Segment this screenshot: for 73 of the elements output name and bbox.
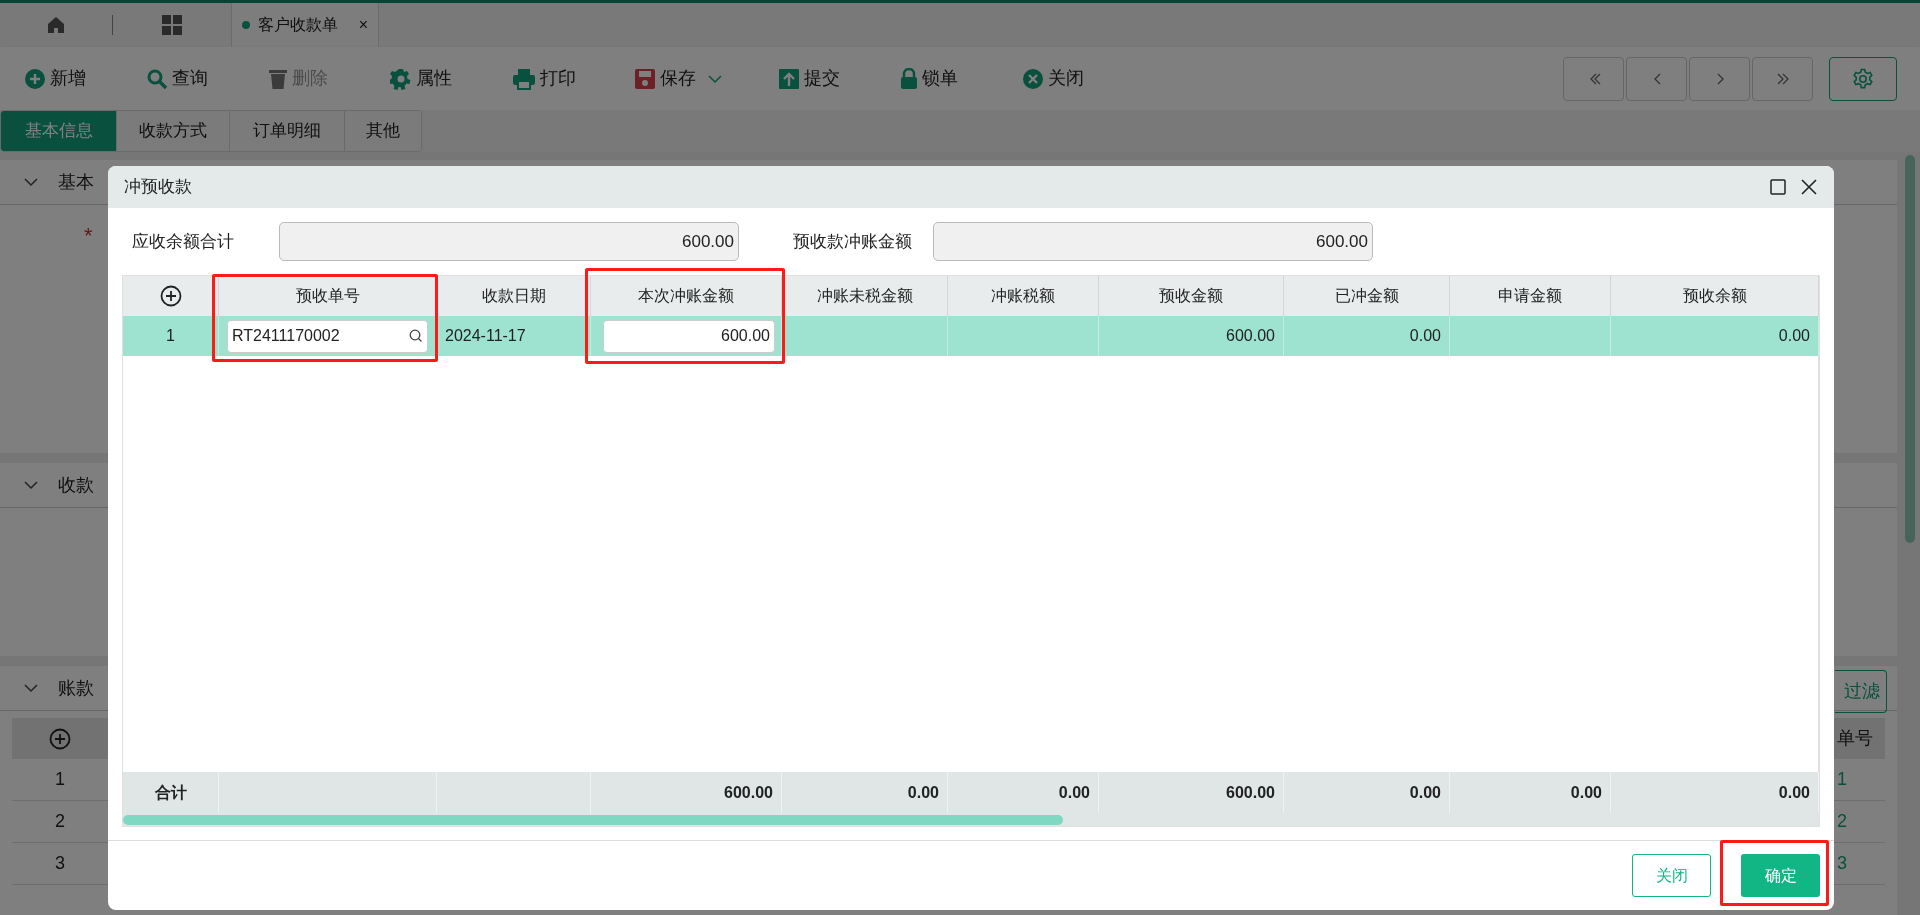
nav-button[interactable] [1752,56,1813,101]
add-row-icon [49,727,71,750]
total-cell-text: 0.00 [1778,782,1810,803]
table-cell-text: 600.00 [1226,326,1275,346]
table-cell-text: 0.00 [1778,326,1810,346]
section-title: 收款 [58,473,94,497]
toolbar-button[interactable]: 锁单 [900,60,982,97]
table-cell-text: 0.00 [1409,326,1441,346]
section-title: 账款 [58,676,94,700]
settings-button[interactable] [1829,56,1897,101]
readonly-field: 600.00 [279,222,739,261]
toolbar-button[interactable]: 打印 [512,60,594,97]
total-cell-text: 0.00 [1058,782,1090,803]
printer-icon [512,67,536,90]
scrollbar[interactable] [123,814,1063,825]
total-cell-text: 0.00 [1570,782,1602,803]
nav-button[interactable] [1563,56,1624,101]
upload-icon [778,67,800,90]
table-row[interactable]: 1 RT2411170002 2024-11-17 600.00 600.00 0.00 0.00 [123,316,1819,356]
total-label: 合计 [154,782,187,803]
toolbar-button[interactable]: 新增 [24,60,106,97]
total-cell-text: 600.00 [1226,782,1275,803]
add-icon [24,67,46,90]
close-button[interactable]: 关闭 [1632,854,1711,897]
settings-icon [1852,67,1874,90]
readonly-field: 600.00 [933,222,1373,261]
search-input-field[interactable]: RT2411170002 [227,319,428,353]
confirm-button[interactable]: 确定 [1741,854,1820,897]
field-label: 预收款冲账金额 [793,230,913,253]
lock-icon [900,67,918,90]
page-tab[interactable]: 其他 [344,111,421,151]
close-icon [1800,178,1818,196]
total-cell-text: 0.00 [1409,782,1441,803]
add-row-icon [159,285,182,307]
settings-icon [390,67,412,90]
chevron-icon [24,177,38,187]
total-cell-text: 0.00 [907,782,939,803]
table-cell-text: 1 [165,326,176,346]
scrollbar[interactable] [1905,155,1915,543]
input-field[interactable]: 600.00 [603,319,775,353]
maximize-icon [1770,179,1786,195]
dialog-title: 冲预收款 [124,176,192,199]
row-number: 3 [54,852,66,875]
tab-label: 客户收款单 [258,15,338,35]
table-cell-text: 3 [1837,852,1847,875]
toolbar-button[interactable]: 属性 [390,60,472,97]
chevron-icon [24,480,38,490]
table-cell-text: 1 [1837,768,1847,791]
toolbar-button[interactable]: 关闭 [1022,60,1104,97]
search-icon [146,67,168,90]
caret-icon [708,73,722,84]
column-header: 单号 [1837,727,1873,750]
close-icon[interactable]: × [358,13,368,37]
nav-button[interactable] [1689,56,1750,101]
close-icon [1022,67,1044,90]
trash-icon [268,67,288,90]
toolbar-button[interactable]: 查询 [146,60,228,97]
document-tab[interactable]: 客户收款单 × [231,3,379,47]
toolbar-button[interactable]: 保存 [634,60,738,97]
required-mark: * [84,225,93,247]
search-icon [409,329,423,343]
nav-button[interactable] [1626,56,1687,101]
grid-icon [161,14,183,36]
chevron-icon [24,683,38,693]
table-cell-text: 2024-11-17 [445,326,526,346]
table-cell-text: 2 [1837,810,1847,833]
row-number: 2 [54,810,66,833]
home-icon [46,15,66,35]
row-number: 1 [54,768,66,791]
field-label: 应收余额合计 [132,230,235,253]
section-title: 基本 [58,170,94,194]
total-cell-text: 600.00 [724,782,773,803]
toolbar-button[interactable]: 提交 [778,60,860,97]
